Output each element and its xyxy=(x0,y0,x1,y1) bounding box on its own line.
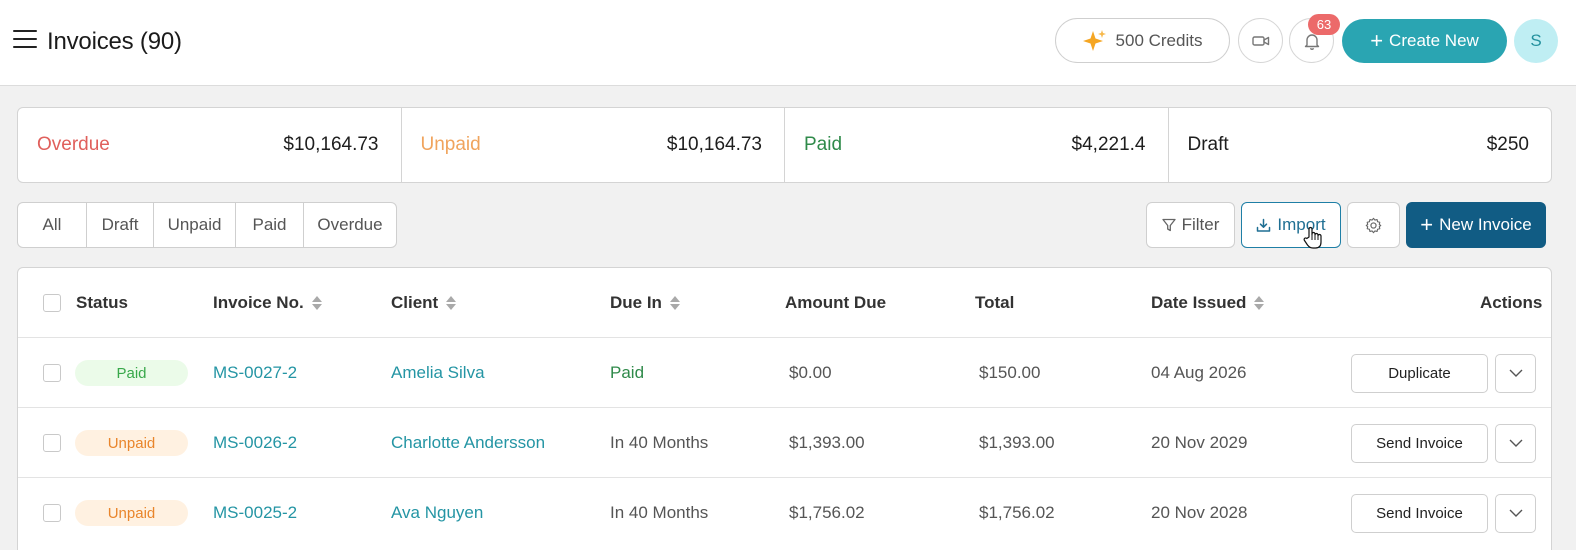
summary-label: Paid xyxy=(804,134,843,155)
row-checkbox[interactable] xyxy=(43,364,61,382)
column-client[interactable]: Client xyxy=(391,268,457,338)
tab-draft[interactable]: Draft xyxy=(87,203,154,247)
filter-label: Filter xyxy=(1181,215,1220,234)
pointer-cursor-icon xyxy=(1303,226,1322,249)
status-tabs: All Draft Unpaid Paid Overdue xyxy=(17,202,397,248)
total: $150.00 xyxy=(979,363,1041,382)
due-in: In 40 Months xyxy=(610,503,709,522)
chevron-down-icon xyxy=(1509,439,1522,447)
invoice-number-link[interactable]: MS-0026-2 xyxy=(213,408,297,478)
settings-button[interactable] xyxy=(1347,202,1400,248)
summary-value: $4,221.4 xyxy=(1071,134,1146,155)
column-due-in[interactable]: Due In xyxy=(610,268,680,338)
create-new-label: Create New xyxy=(1389,31,1479,50)
avatar[interactable]: S xyxy=(1514,19,1558,63)
create-new-button[interactable]: + Create New xyxy=(1342,19,1507,63)
table-row: Paid MS-0027-2 Amelia Silva Paid $0.00 $… xyxy=(18,338,1551,408)
table-header: Status Invoice No. Client Due In Amount … xyxy=(18,268,1551,338)
column-label: Date Issued xyxy=(1151,293,1247,312)
invoice-summary: Overdue $10,164.73 Unpaid $10,164.73 Pai… xyxy=(17,107,1552,183)
tab-paid[interactable]: Paid xyxy=(236,203,304,247)
total: $1,393.00 xyxy=(979,433,1055,452)
summary-draft[interactable]: Draft $250 xyxy=(1169,108,1552,182)
total: $1,756.02 xyxy=(979,503,1055,522)
status-badge: Unpaid xyxy=(75,430,188,456)
amount-due: $1,756.02 xyxy=(789,503,865,522)
summary-label: Unpaid xyxy=(420,134,481,155)
date-issued: 20 Nov 2029 xyxy=(1151,433,1248,452)
duplicate-button[interactable]: Duplicate xyxy=(1351,353,1488,393)
menu-icon[interactable] xyxy=(13,30,37,52)
summary-label: Draft xyxy=(1187,134,1229,155)
filter-icon xyxy=(1161,218,1176,232)
column-label: Due In xyxy=(610,293,662,312)
top-bar: Invoices (90) 500 Credits 63 + Create Ne… xyxy=(0,0,1576,86)
notification-count-badge: 63 xyxy=(1308,14,1340,35)
sort-icon xyxy=(311,296,322,310)
row-actions-dropdown[interactable] xyxy=(1495,493,1536,533)
column-invoice-no[interactable]: Invoice No. xyxy=(213,268,322,338)
tab-overdue[interactable]: Overdue xyxy=(304,203,396,247)
row-checkbox[interactable] xyxy=(43,504,61,522)
status-badge: Paid xyxy=(75,360,188,386)
client-link[interactable]: Charlotte Andersson xyxy=(391,408,545,478)
import-button[interactable]: Import xyxy=(1241,202,1341,248)
credits-button[interactable]: 500 Credits xyxy=(1055,18,1230,63)
chevron-down-icon xyxy=(1509,369,1522,377)
download-icon xyxy=(1257,218,1271,232)
date-issued: 20 Nov 2028 xyxy=(1151,503,1248,522)
credits-label: 500 Credits xyxy=(1115,30,1203,50)
column-status: Status xyxy=(76,293,128,312)
sparkle-icon xyxy=(1082,29,1106,51)
client-link[interactable]: Ava Nguyen xyxy=(391,478,483,548)
sort-icon xyxy=(446,296,457,310)
table-row: Unpaid MS-0026-2 Charlotte Andersson In … xyxy=(18,408,1551,478)
column-label: Invoice No. xyxy=(213,293,304,312)
summary-label: Overdue xyxy=(37,134,110,155)
summary-value: $10,164.73 xyxy=(283,134,379,155)
video-button[interactable] xyxy=(1238,18,1283,63)
send-invoice-button[interactable]: Send Invoice xyxy=(1351,423,1488,463)
plus-icon: + xyxy=(1370,28,1384,53)
invoices-table: Status Invoice No. Client Due In Amount … xyxy=(17,267,1552,550)
sort-icon xyxy=(669,296,680,310)
row-actions-dropdown[interactable] xyxy=(1495,423,1536,463)
plus-icon: + xyxy=(1420,212,1434,237)
video-camera-icon xyxy=(1251,35,1269,46)
column-amount-due: Amount Due xyxy=(785,293,887,312)
sort-icon xyxy=(1254,296,1265,310)
page-title: Invoices (90) xyxy=(47,28,182,55)
table-row: Unpaid MS-0025-2 Ava Nguyen In 40 Months… xyxy=(18,478,1551,548)
due-in: Paid xyxy=(610,363,645,382)
date-issued: 04 Aug 2026 xyxy=(1151,363,1247,382)
summary-unpaid[interactable]: Unpaid $10,164.73 xyxy=(402,108,785,182)
amount-due: $1,393.00 xyxy=(789,433,865,452)
column-actions: Actions xyxy=(1480,293,1543,312)
row-actions-dropdown[interactable] xyxy=(1495,353,1536,393)
summary-overdue[interactable]: Overdue $10,164.73 xyxy=(18,108,402,182)
row-checkbox[interactable] xyxy=(43,434,61,452)
due-in: In 40 Months xyxy=(610,433,709,452)
invoice-number-link[interactable]: MS-0027-2 xyxy=(213,338,297,408)
send-invoice-button[interactable]: Send Invoice xyxy=(1351,493,1488,533)
new-invoice-label: New Invoice xyxy=(1439,215,1532,234)
tab-all[interactable]: All xyxy=(18,203,87,247)
gear-icon xyxy=(1365,217,1382,233)
invoice-number-link[interactable]: MS-0025-2 xyxy=(213,478,297,548)
summary-value: $10,164.73 xyxy=(666,134,762,155)
filter-button[interactable]: Filter xyxy=(1146,202,1235,248)
chevron-down-icon xyxy=(1509,509,1522,517)
status-badge: Unpaid xyxy=(75,500,188,526)
summary-value: $250 xyxy=(1486,134,1529,155)
tab-unpaid[interactable]: Unpaid xyxy=(154,203,236,247)
client-link[interactable]: Amelia Silva xyxy=(391,338,485,408)
new-invoice-button[interactable]: + New Invoice xyxy=(1406,202,1546,248)
select-all-checkbox[interactable] xyxy=(43,294,61,312)
amount-due: $0.00 xyxy=(789,363,832,382)
column-date-issued[interactable]: Date Issued xyxy=(1151,268,1265,338)
column-total: Total xyxy=(975,293,1015,312)
summary-paid[interactable]: Paid $4,221.4 xyxy=(785,108,1169,182)
column-label: Client xyxy=(391,293,439,312)
